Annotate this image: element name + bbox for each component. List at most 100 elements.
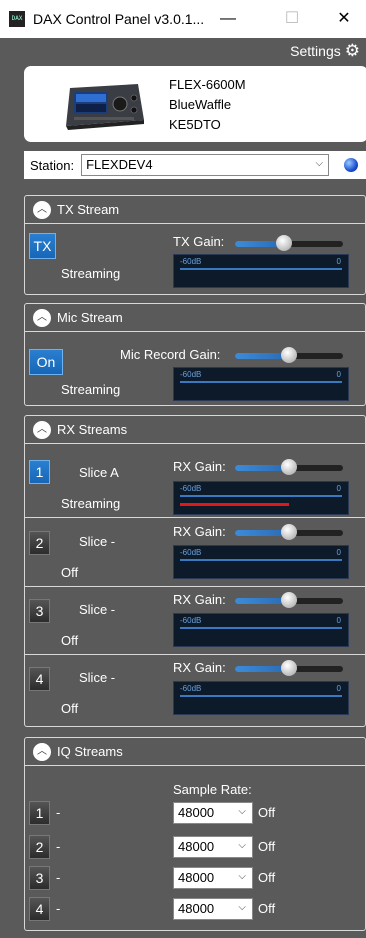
rx-slice-label: Slice - (79, 670, 116, 685)
iq-stream-2-button[interactable]: 2 (29, 835, 50, 859)
slider-thumb[interactable] (281, 347, 297, 363)
mic-level-meter: -60dB 0 (173, 367, 349, 401)
gear-icon: ⚙ (344, 41, 360, 60)
meter-scale (180, 268, 342, 270)
radio-nickname: BlueWaffle (169, 97, 232, 112)
chevron-down-icon: ⌵ (238, 840, 246, 851)
tx-stream-section: ︿ TX Stream TX Streaming TX Gain: -60dB … (24, 195, 366, 295)
rx-level-meter: -60dB 0 (173, 681, 349, 715)
collapse-icon[interactable]: ︿ (33, 420, 51, 439)
iq-status: Off (258, 901, 276, 916)
meter-max-label: 0 (336, 484, 341, 493)
tx-gain-slider[interactable] (235, 235, 343, 251)
close-button[interactable]: ✕ (322, 0, 366, 38)
title-bar: DAX DAX Control Panel v3.0.1... — ☐ ✕ (0, 0, 366, 38)
meter-min-label: -60dB (180, 548, 202, 557)
iq-status: Off (258, 805, 276, 820)
sample-rate-select[interactable]: 48000 ⌵ (173, 802, 253, 824)
iq-stream-3-button[interactable]: 3 (29, 866, 50, 890)
radio-info: FLEX-6600M BlueWaffle KE5DTO (169, 75, 246, 135)
rx-level-meter: -60dB 0 (173, 545, 349, 579)
minimize-button[interactable]: — (206, 0, 250, 38)
rx-streams-section: ︿ RX Streams 1 Slice A Streaming RX Gain… (24, 415, 366, 727)
tx-status: Streaming (61, 266, 121, 281)
mic-stream-title: Mic Stream (57, 310, 123, 325)
rx-status: Off (61, 565, 79, 580)
collapse-icon[interactable]: ︿ (33, 200, 51, 219)
chevron-down-icon: ⌵ (238, 806, 246, 817)
rx-slice-label: Slice - (79, 602, 116, 617)
rx-slice-4-button[interactable]: 4 (29, 667, 50, 691)
meter-scale (180, 627, 342, 629)
iq-status: Off (258, 870, 276, 885)
meter-min-label: -60dB (180, 370, 202, 379)
tx-gain-label: TX Gain: (173, 234, 225, 249)
station-label: Station: (30, 157, 75, 173)
window-title: DAX Control Panel v3.0.1... (33, 11, 205, 27)
maximize-button[interactable]: ☐ (270, 0, 314, 38)
sample-rate-label: Sample Rate: (173, 782, 252, 797)
slider-thumb[interactable] (281, 660, 297, 676)
station-bar: Station: FLEXDEV4 ⌵ (24, 151, 366, 179)
settings-label: Settings (290, 42, 341, 59)
meter-min-label: -60dB (180, 257, 202, 266)
sample-rate-select[interactable]: 48000 ⌵ (173, 867, 253, 889)
sample-rate-select[interactable]: 48000 ⌵ (173, 836, 253, 858)
iq-streams-title: IQ Streams (57, 744, 123, 759)
mic-on-button[interactable]: On (29, 349, 63, 375)
sample-rate-value: 48000 (178, 870, 215, 885)
rx-stream-row: 1 Slice A Streaming RX Gain: -60dB 0 (25, 446, 365, 518)
rx-status: Streaming (61, 496, 121, 511)
settings-button[interactable]: Settings ⚙ (290, 42, 360, 59)
meter-min-label: -60dB (180, 684, 202, 693)
rx-slice-3-button[interactable]: 3 (29, 599, 50, 623)
iq-frequency: - (56, 870, 61, 885)
settings-bar: Settings ⚙ (0, 38, 366, 64)
iq-stream-1-button[interactable]: 1 (29, 801, 50, 825)
chevron-down-icon: ⌵ (315, 158, 324, 169)
sample-rate-select[interactable]: 48000 ⌵ (173, 898, 253, 920)
iq-frequency: - (56, 901, 61, 916)
sample-rate-value: 48000 (178, 839, 215, 854)
rx-slice-1-button[interactable]: 1 (29, 460, 50, 484)
rx-streams-title: RX Streams (57, 422, 128, 437)
collapse-icon[interactable]: ︿ (33, 308, 51, 327)
slider-thumb[interactable] (281, 592, 297, 608)
tx-stream-header[interactable]: ︿ TX Stream (25, 196, 365, 224)
radio-card[interactable]: FLEX-6600M BlueWaffle KE5DTO (24, 66, 366, 142)
tx-button[interactable]: TX (29, 233, 56, 259)
rx-level-meter: -60dB 0 (173, 613, 349, 647)
meter-max-label: 0 (336, 616, 341, 625)
rx-stream-row: 2 Slice - Off RX Gain: -60dB 0 (25, 519, 365, 587)
tx-stream-title: TX Stream (57, 202, 120, 217)
app-icon: DAX (9, 11, 25, 27)
rx-slice-2-button[interactable]: 2 (29, 531, 50, 555)
slider-thumb[interactable] (281, 459, 297, 475)
rx-gain-slider[interactable] (235, 459, 343, 475)
rx-gain-slider[interactable] (235, 524, 343, 540)
rx-streams-header[interactable]: ︿ RX Streams (25, 416, 365, 444)
iq-frequency: - (56, 839, 61, 854)
slider-thumb[interactable] (281, 524, 297, 540)
iq-streams-header[interactable]: ︿ IQ Streams (25, 738, 365, 766)
slider-thumb[interactable] (275, 235, 292, 251)
sample-rate-value: 48000 (178, 901, 215, 916)
rx-gain-label: RX Gain: (173, 592, 226, 607)
rx-gain-label: RX Gain: (173, 459, 226, 474)
meter-min-label: -60dB (180, 616, 202, 625)
meter-max-label: 0 (336, 548, 341, 557)
mic-gain-label: Mic Record Gain: (120, 347, 221, 362)
rx-gain-label: RX Gain: (173, 660, 226, 675)
station-select[interactable]: FLEXDEV4 ⌵ (81, 154, 330, 176)
rx-gain-slider[interactable] (235, 660, 343, 676)
radio-image (66, 84, 144, 130)
rx-status: Off (61, 633, 79, 648)
rx-gain-slider[interactable] (235, 592, 343, 608)
mic-gain-slider[interactable] (235, 347, 343, 363)
collapse-icon[interactable]: ︿ (33, 742, 51, 761)
meter-scale (180, 495, 342, 497)
mic-stream-header[interactable]: ︿ Mic Stream (25, 304, 365, 332)
rx-slice-label: Slice - (79, 534, 116, 549)
iq-stream-4-button[interactable]: 4 (29, 897, 50, 921)
iq-frequency: - (56, 805, 61, 820)
